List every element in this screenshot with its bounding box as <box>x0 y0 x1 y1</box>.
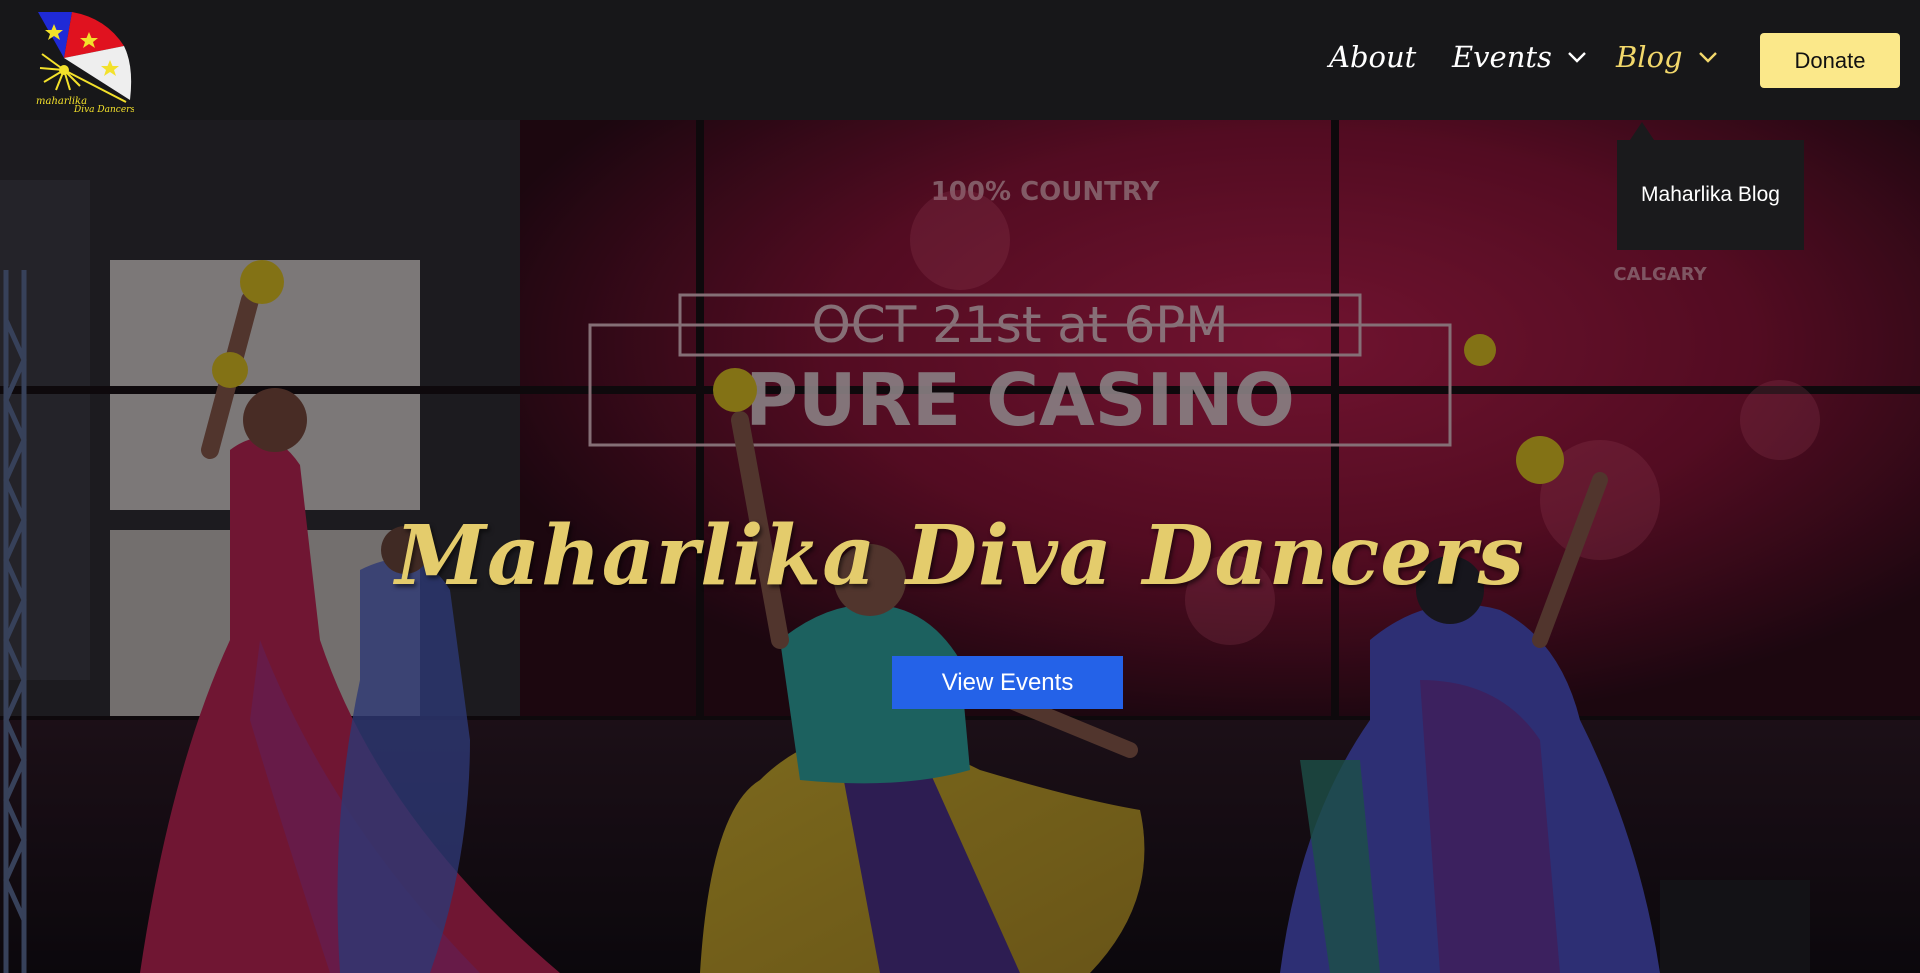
nav-blog[interactable]: Blog <box>1616 40 1719 74</box>
blog-dropdown-menu: Maharlika Blog <box>1617 140 1804 250</box>
logo-text-line2: Diva Dancers <box>73 105 134 115</box>
site-header: maharlika Diva Dancers About Events Blog… <box>0 0 1920 120</box>
nav-about[interactable]: About <box>1329 40 1416 74</box>
chevron-down-icon[interactable] <box>1566 46 1588 68</box>
nav-events[interactable]: Events <box>1452 40 1588 74</box>
donate-button[interactable]: Donate <box>1760 33 1900 88</box>
chevron-down-icon[interactable] <box>1697 46 1719 68</box>
fan-logo-icon[interactable]: maharlika Diva Dancers <box>34 10 134 116</box>
view-events-button[interactable]: View Events <box>892 656 1123 709</box>
hero-title: Maharlika Diva Dancers <box>395 508 1525 604</box>
nav-blog-label: Blog <box>1616 40 1683 74</box>
dropdown-caret <box>1630 122 1654 140</box>
nav-about-label: About <box>1329 40 1417 74</box>
dropdown-item-maharlika-blog[interactable]: Maharlika Blog <box>1641 183 1780 207</box>
nav-events-label: Events <box>1452 40 1552 74</box>
